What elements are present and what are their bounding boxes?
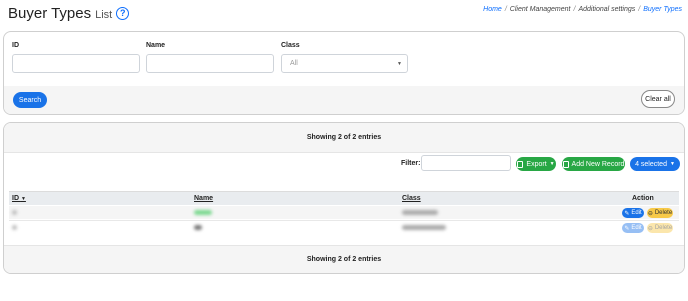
breadcrumb-home[interactable]: Home — [483, 6, 502, 13]
chevron-down-icon: ▼ — [669, 161, 675, 167]
table-row: ✎ Edit ⊖ Delete — [9, 220, 679, 233]
delete-button[interactable]: ⊖ Delete — [647, 223, 673, 233]
name-filter-label: Name — [146, 42, 166, 49]
export-button[interactable]: Export ▼ — [516, 157, 556, 171]
question-circle-icon[interactable]: ? — [116, 6, 130, 20]
class-filter-value: All — [290, 60, 298, 67]
edit-button[interactable]: ✎ Edit — [622, 208, 644, 218]
row-class-cell — [402, 225, 446, 230]
table-header: ID ▼ Name Class Action — [9, 191, 679, 205]
file-excel-icon — [517, 160, 524, 168]
row-id-cell — [12, 225, 17, 230]
delete-button[interactable]: ⊖ Delete — [647, 208, 673, 218]
delete-icon: ⊖ — [647, 225, 653, 232]
table-filter-input[interactable] — [421, 155, 511, 171]
filter-actions-bar — [4, 86, 684, 114]
edit-icon: ✎ — [624, 225, 630, 232]
add-new-record-label: Add New Record — [571, 160, 625, 168]
chevron-down-icon: ▼ — [397, 61, 402, 67]
breadcrumb-buyer-types[interactable]: Buyer Types — [643, 6, 682, 13]
row-name-cell[interactable] — [194, 225, 202, 230]
records-footer-bar: Showing 2 of 2 entries — [4, 245, 684, 273]
column-class-header[interactable]: Class — [402, 195, 421, 202]
page-subtitle: List — [95, 8, 113, 21]
chevron-down-icon: ▼ — [549, 161, 555, 167]
filter-label: Filter: — [401, 160, 421, 167]
row-class-cell — [402, 210, 438, 215]
export-button-label: Export — [526, 160, 547, 168]
search-button[interactable]: Search — [13, 92, 47, 108]
edit-button[interactable]: ✎ Edit — [622, 223, 644, 233]
file-icon — [562, 160, 569, 168]
showing-entries-top: Showing 2 of 2 entries — [306, 134, 382, 141]
delete-icon: ⊖ — [647, 210, 653, 217]
breadcrumb-additional-settings: Additional settings — [578, 6, 636, 13]
class-filter-select[interactable]: All ▼ — [281, 54, 408, 73]
filter-panel: ID Name Class All ▼ Search Clear all — [3, 31, 685, 115]
clear-all-button[interactable]: Clear all — [641, 90, 675, 108]
columns-selected-button[interactable]: 4 selected ▼ — [630, 157, 680, 171]
row-id-cell — [12, 210, 17, 215]
breadcrumb-client-management: Client Management — [509, 6, 571, 13]
id-filter-label: ID — [12, 42, 19, 49]
name-filter-input[interactable] — [146, 54, 274, 73]
breadcrumb: Home / Client Management / Additional settin… — [483, 6, 682, 13]
page-title: Buyer Types — [8, 4, 92, 22]
edit-icon: ✎ — [624, 210, 630, 217]
table-row: ✎ Edit ⊖ Delete — [9, 206, 679, 219]
page-header: Buyer Types List ? Home / Client Managemen… — [8, 2, 682, 24]
records-header-bar: Showing 2 of 2 entries — [4, 123, 684, 153]
id-filter-input[interactable] — [12, 54, 140, 73]
column-id-header[interactable]: ID ▼ — [12, 195, 26, 202]
row-name-cell[interactable] — [194, 210, 212, 215]
column-name-header[interactable]: Name — [194, 195, 213, 202]
add-new-record-button[interactable]: Add New Record — [562, 157, 625, 171]
class-filter-label: Class — [281, 42, 300, 49]
showing-entries-bottom: Showing 2 of 2 entries — [306, 256, 382, 263]
columns-selected-label: 4 selected — [635, 160, 667, 168]
column-action-header: Action — [632, 195, 654, 202]
